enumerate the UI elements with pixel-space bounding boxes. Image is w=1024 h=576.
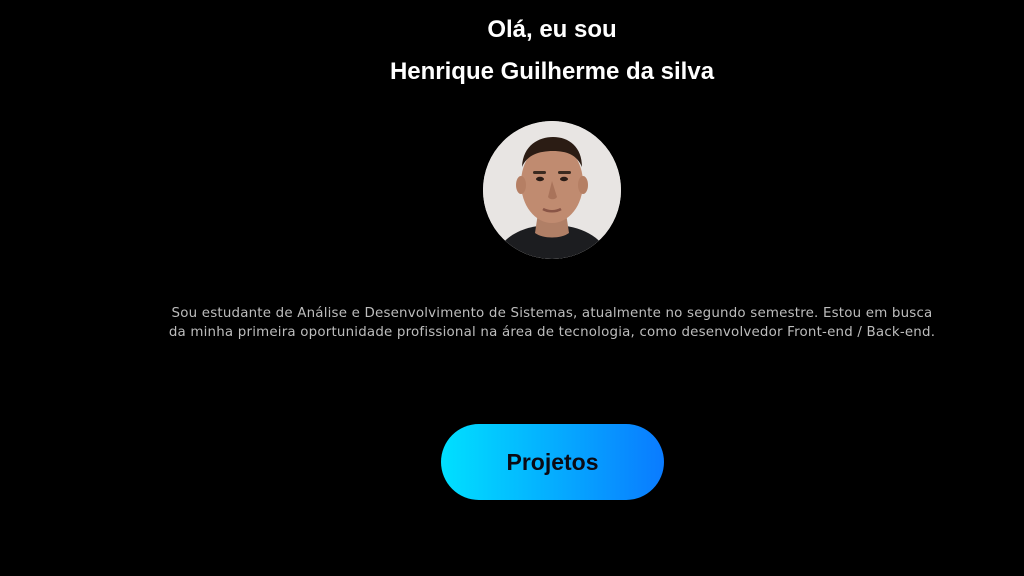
bio-text: Sou estudante de Análise e Desenvolvimen… — [120, 304, 984, 342]
profile-photo-icon — [483, 121, 621, 259]
page: Olá, eu sou Henrique Guilherme da silva — [0, 0, 1024, 576]
name-heading: Henrique Guilherme da silva — [389, 58, 715, 85]
bio-line-2: da minha primeira oportunidade profissio… — [168, 325, 936, 340]
greeting-heading: Olá, eu sou — [487, 16, 617, 43]
bio-line-1: Sou estudante de Análise e Desenvolvimen… — [171, 306, 933, 321]
projects-button[interactable]: Projetos — [441, 424, 664, 500]
avatar — [483, 121, 621, 259]
